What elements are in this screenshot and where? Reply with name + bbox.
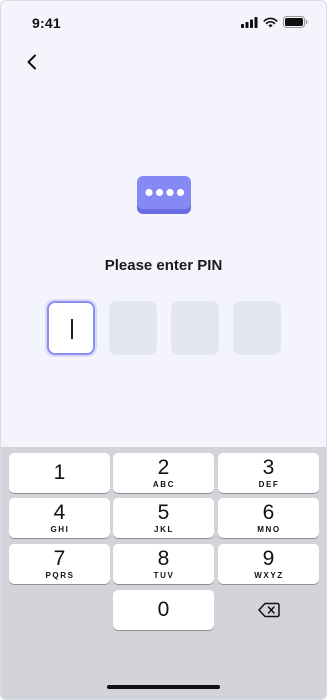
key-digit: 9 xyxy=(262,546,275,570)
key-8[interactable]: 8 TUV xyxy=(113,544,214,584)
pin-input[interactable] xyxy=(47,301,281,355)
delete-button[interactable] xyxy=(219,590,319,630)
key-letters: GHI xyxy=(50,524,70,534)
key-7[interactable]: 7 PQRS xyxy=(9,544,110,584)
key-3[interactable]: 3 DEF xyxy=(218,453,319,493)
key-letters: TUV xyxy=(153,570,175,580)
back-button[interactable] xyxy=(19,49,45,75)
key-digit: 0 xyxy=(157,598,170,621)
key-letters: JKL xyxy=(154,524,174,534)
status-bar: 9:41 xyxy=(1,1,326,45)
key-letters: MNO xyxy=(257,524,281,534)
backspace-icon xyxy=(258,602,280,618)
key-letters: PQRS xyxy=(45,570,75,580)
status-icons xyxy=(241,16,308,28)
key-5[interactable]: 5 JKL xyxy=(113,498,214,538)
key-digit: 2 xyxy=(157,455,170,479)
page-title: Please enter PIN xyxy=(104,257,223,274)
text-cursor xyxy=(71,319,73,339)
pin-digit-box-3[interactable] xyxy=(171,301,219,355)
key-2[interactable]: 2 ABC xyxy=(113,453,214,493)
key-9[interactable]: 9 WXYZ xyxy=(218,544,319,584)
key-1[interactable]: 1 xyxy=(9,453,110,493)
key-letters: ABC xyxy=(152,479,176,489)
status-time: 9:41 xyxy=(32,15,61,31)
pin-digit-box-4[interactable] xyxy=(233,301,281,355)
phone-screen: 9:41 Please enter PIN 1 2 ABC 3 DEF 4 GH… xyxy=(0,0,327,700)
chevron-left-icon xyxy=(27,54,36,70)
key-0[interactable]: 0 xyxy=(113,590,214,630)
key-letters: DEF xyxy=(258,479,280,489)
key-digit: 6 xyxy=(262,500,275,524)
key-digit: 8 xyxy=(157,546,170,570)
numeric-keyboard: 1 2 ABC 3 DEF 4 GHI 5 JKL 6 MNO 7 PQRS 8… xyxy=(1,447,326,699)
key-digit: 7 xyxy=(53,546,66,570)
key-letters: WXYZ xyxy=(254,570,284,580)
key-digit: 5 xyxy=(157,500,170,524)
wifi-icon xyxy=(263,17,278,27)
battery-icon xyxy=(283,16,308,28)
pin-digit-box-2[interactable] xyxy=(109,301,157,355)
key-6[interactable]: 6 MNO xyxy=(218,498,319,538)
key-digit: 1 xyxy=(53,461,66,484)
key-digit: 4 xyxy=(53,500,66,524)
password-dots-icon xyxy=(137,176,191,214)
home-indicator xyxy=(107,685,220,689)
key-4[interactable]: 4 GHI xyxy=(9,498,110,538)
pin-digit-box-1[interactable] xyxy=(47,301,95,355)
cellular-signal-icon xyxy=(241,16,258,28)
key-digit: 3 xyxy=(262,455,275,479)
